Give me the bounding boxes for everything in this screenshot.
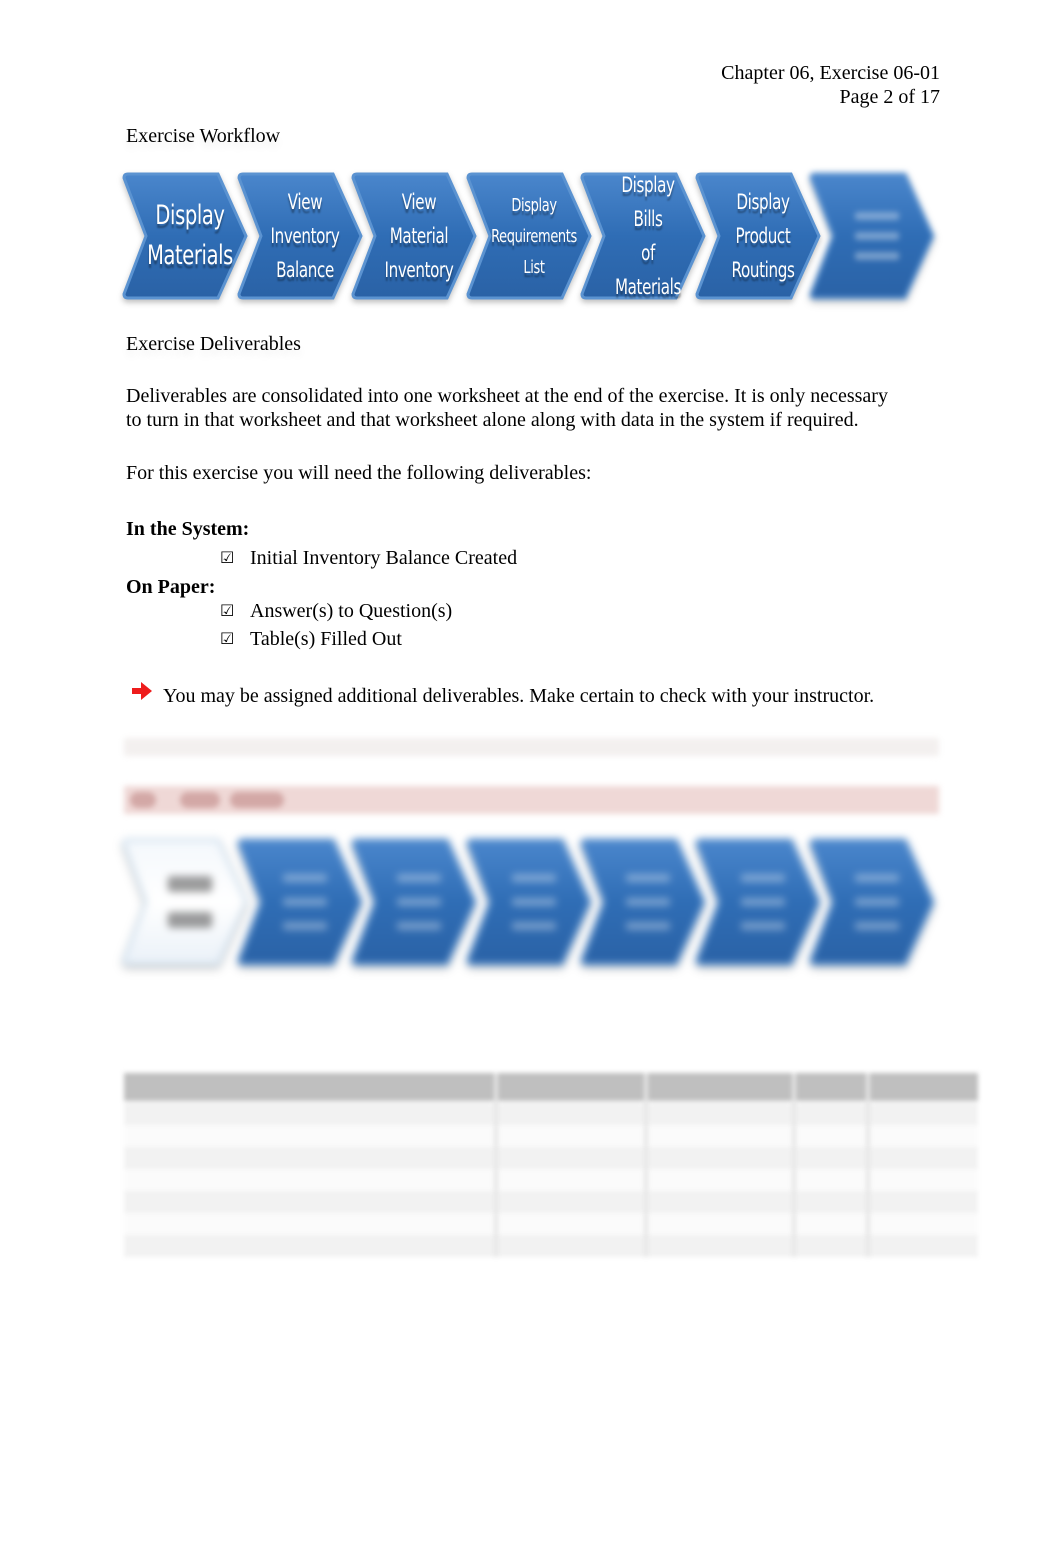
deliverables-heading: Exercise Deliverables xyxy=(126,333,301,355)
workflow-step-label: Display Bills of Materials xyxy=(614,173,682,299)
column-divider xyxy=(644,1073,648,1257)
obscured-label xyxy=(153,838,228,966)
checkbox-checked-icon: ☑ xyxy=(220,629,235,648)
table-header xyxy=(124,1073,978,1101)
obscured-label xyxy=(382,838,457,966)
red-arrow-icon xyxy=(132,682,152,700)
checkbox-checked-icon: ☑ xyxy=(220,548,235,567)
workflow-step-obscured xyxy=(694,838,821,966)
workflow-step-label: Display Materials xyxy=(147,200,233,271)
deliverable-item: ☑ Answer(s) to Question(s) xyxy=(220,599,452,623)
workflow-step-label: Display Requirements List xyxy=(490,194,577,278)
table-row xyxy=(124,1125,978,1147)
checkbox-checked-icon: ☑ xyxy=(220,601,235,620)
workflow-step-obscured xyxy=(809,838,935,966)
obscured-text xyxy=(230,792,284,808)
workflow-step-obscured xyxy=(236,838,363,966)
deliverable-table-obscured xyxy=(124,1073,978,1257)
deliverable-item: ☑ Table(s) Filled Out xyxy=(220,627,402,651)
workflow-step-obscured xyxy=(580,838,706,966)
group-title-system: In the System: xyxy=(126,518,250,540)
workflow-step: Display Requirements List xyxy=(465,172,592,300)
table-row xyxy=(124,1191,978,1213)
deliverables-lead: For this exercise you will need the foll… xyxy=(126,462,592,484)
deliverable-item-label: Initial Inventory Balance Created xyxy=(250,547,518,569)
deliverables-intro-line-1: Deliverables are consolidated into one w… xyxy=(126,385,888,407)
workflow-step-obscured xyxy=(122,838,248,966)
workflow-step: Display Materials xyxy=(122,172,248,300)
workflow-step-label: View Inventory Balance xyxy=(270,190,339,282)
obscured-label xyxy=(840,838,915,966)
step-workflow-diagram-obscured xyxy=(122,838,940,966)
step-title-bar xyxy=(124,786,939,814)
obscured-text xyxy=(130,792,156,808)
additional-deliverables-note: You may be assigned additional deliverab… xyxy=(163,685,875,707)
workflow-step: Display Bills of Materials xyxy=(580,172,706,300)
page-number: Page 2 of 17 xyxy=(839,86,940,108)
step-banner-top xyxy=(124,738,939,756)
column-divider xyxy=(792,1073,796,1257)
group-title-paper: On Paper: xyxy=(126,576,216,598)
workflow-step: Display Product Routings xyxy=(694,172,821,300)
table-row xyxy=(124,1213,978,1235)
obscured-text xyxy=(180,792,220,808)
deliverable-item: ☑ Initial Inventory Balance Created xyxy=(220,546,517,570)
deliverable-item-label: Answer(s) to Question(s) xyxy=(250,600,453,622)
obscured-label xyxy=(267,838,342,966)
workflow-step: View Inventory Balance xyxy=(236,172,363,300)
table-row xyxy=(124,1169,978,1191)
workflow-diagram: Display Materials View Inventory Balance V… xyxy=(122,172,940,300)
step-banner-obscured xyxy=(124,738,939,814)
column-divider xyxy=(494,1073,498,1257)
column-divider xyxy=(866,1073,870,1257)
table-row xyxy=(124,1235,978,1257)
workflow-heading: Exercise Workflow xyxy=(126,125,281,147)
step-banner-body xyxy=(130,756,933,788)
workflow-step-obscured xyxy=(465,838,592,966)
table-row xyxy=(124,1147,978,1169)
workflow-step-label: View Material Inventory xyxy=(384,190,454,282)
obscured-label xyxy=(611,838,686,966)
page-header: Chapter 06, Exercise 06-01 Page 2 of 17 xyxy=(721,61,940,109)
obscured-label xyxy=(725,838,800,966)
workflow-step-label: Display Product Routings xyxy=(731,190,794,282)
table-row xyxy=(124,1103,978,1125)
deliverables-intro: Deliverables are consolidated into one w… xyxy=(126,384,946,432)
workflow-step-label xyxy=(840,172,915,300)
workflow-step xyxy=(809,172,935,300)
obscured-label xyxy=(496,838,571,966)
chapter-exercise-label: Chapter 06, Exercise 06-01 xyxy=(721,62,940,84)
deliverable-item-label: Table(s) Filled Out xyxy=(250,628,402,650)
deliverables-intro-line-2: to turn in that worksheet and that works… xyxy=(126,409,859,431)
workflow-step-obscured xyxy=(351,838,477,966)
workflow-step: View Material Inventory xyxy=(351,172,477,300)
